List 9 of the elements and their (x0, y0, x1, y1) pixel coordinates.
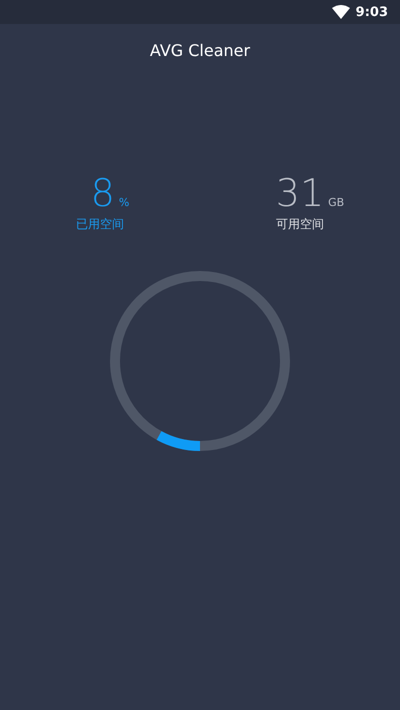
stat-unit: % (118, 196, 130, 209)
wifi-icon (332, 5, 350, 19)
stat-value: 8 (90, 172, 115, 214)
stat-unit: GB (328, 196, 344, 209)
app-title: AVG Cleaner (148, 41, 252, 60)
stat-label: 可用空间 (276, 216, 324, 233)
stat-value: 31 (276, 172, 324, 214)
status-time: 9:03 (356, 4, 388, 20)
stat-label: 已用空间 (76, 216, 124, 233)
